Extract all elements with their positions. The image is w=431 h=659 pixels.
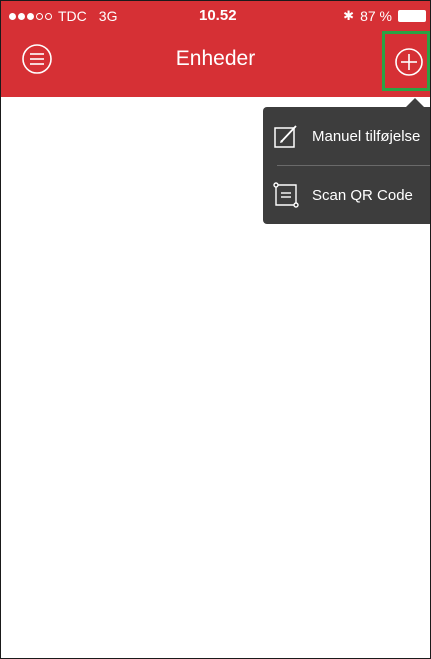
network-type: 3G <box>98 8 118 24</box>
add-device-button[interactable] <box>382 31 430 91</box>
battery-percentage: 87 % <box>360 8 392 24</box>
app-header: TDC 3G 10.52 ✱ 87 % Enheder <box>1 1 430 97</box>
app-screen: TDC 3G 10.52 ✱ 87 % Enheder Manuel tilfø… <box>0 0 431 659</box>
signal-strength-icon <box>9 12 52 20</box>
device-list <box>1 97 430 658</box>
plus-circle-icon <box>395 48 423 76</box>
bluetooth-icon: ✱ <box>343 8 355 23</box>
status-time: 10.52 <box>199 7 237 24</box>
carrier-name: TDC <box>58 8 87 24</box>
battery-icon <box>398 10 426 22</box>
status-bar: TDC 3G 10.52 ✱ 87 % <box>1 1 430 31</box>
navigation-bar: Enheder <box>1 31 430 97</box>
page-title: Enheder <box>175 47 256 70</box>
